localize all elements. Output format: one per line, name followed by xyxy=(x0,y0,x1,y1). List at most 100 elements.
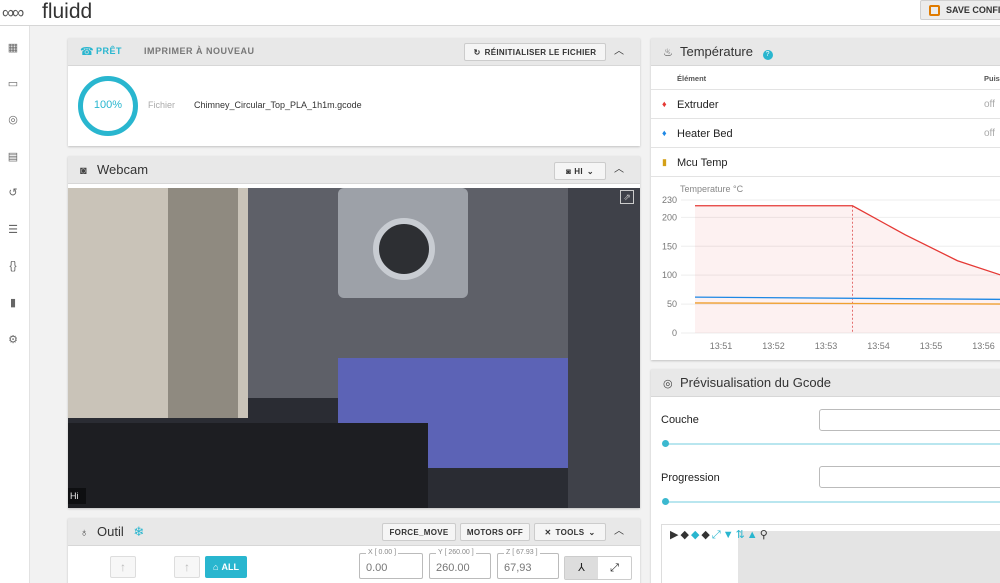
x-tick-label: 13:53 xyxy=(815,341,838,351)
collapse-chevron-icon[interactable]: ︿ xyxy=(612,525,626,539)
tools-menu-button[interactable]: ✕ TOOLS ⌄ xyxy=(534,523,606,541)
home-all-button[interactable]: ⌂ ALL xyxy=(205,556,247,578)
z-position-field[interactable]: Z [ 67.93 ] 67,93 xyxy=(497,549,559,579)
x-tick-label: 13:55 xyxy=(920,341,943,351)
temperature-chart: Temperature °C 0 50 100 150 200 230 13:51 13:52 1… xyxy=(662,184,1000,351)
camera-small-icon: ◙ xyxy=(566,166,572,176)
layer-input[interactable] xyxy=(819,409,1000,431)
viewer-toolbar: ▶◆◆◆⤢▼⇅▲⚲ xyxy=(670,528,770,542)
x-tick-label: 13:54 xyxy=(867,341,890,351)
progress-slider-knob[interactable] xyxy=(662,498,669,505)
heater-name: Heater Bed xyxy=(677,128,733,140)
settings-icon[interactable]: ⚙ xyxy=(6,332,20,346)
z-position-label: Z [ 67.93 ] xyxy=(504,549,540,556)
collapse-chevron-icon[interactable]: ︿ xyxy=(612,163,626,177)
x-tick-label: 13:56 xyxy=(972,341,995,351)
progress-slider-track[interactable] xyxy=(665,501,1000,503)
gcode-preview-title: Prévisualisation du Gcode xyxy=(680,375,832,390)
macros-icon[interactable]: {} xyxy=(6,259,20,273)
gcode-preview-card: ◎ Prévisualisation du Gcode Couche Progre… xyxy=(651,369,1000,583)
jog-z-up-button[interactable]: ↑ xyxy=(174,556,200,578)
x-tick-label: 13:51 xyxy=(710,341,733,351)
jog-y-up-button[interactable]: ↑ xyxy=(110,556,136,578)
zoom-icon[interactable]: ⚲ xyxy=(760,529,770,541)
moves-icon[interactable]: ⤢ xyxy=(712,529,723,541)
layer-slider-track[interactable] xyxy=(665,443,1000,445)
x-position-value: 0.00 xyxy=(366,562,388,574)
home-icon: ⌂ xyxy=(213,562,219,572)
y-tick-label: 150 xyxy=(662,241,677,251)
help-icon[interactable]: ? xyxy=(762,50,773,60)
device-icon[interactable]: ▮ xyxy=(6,295,20,309)
y-position-field[interactable]: Y [ 260.00 ] 260.00 xyxy=(429,549,491,579)
cooling-icon: ❄ xyxy=(133,524,145,539)
layer-up-icon[interactable]: ◆ xyxy=(701,529,711,541)
sensor-name: Mcu Temp xyxy=(677,157,728,169)
x-position-label: X [ 0.00 ] xyxy=(366,549,399,556)
history-icon[interactable]: ↺ xyxy=(6,185,20,199)
tools-label: TOOLS xyxy=(555,527,585,537)
wrench-icon: ✕ xyxy=(544,527,552,537)
temperature-row-extruder[interactable]: ♦ Extruder off xyxy=(651,91,1000,119)
door-frame xyxy=(168,188,238,418)
console-icon[interactable]: ▭ xyxy=(6,76,20,90)
temperature-row-mcu[interactable]: ▮ Mcu Temp xyxy=(651,149,1000,177)
play-icon[interactable]: ▶ xyxy=(670,529,680,541)
tool-icon: ♁ xyxy=(80,527,89,539)
reset-file-button[interactable]: ↻ RÉINITIALISER LE FICHIER xyxy=(464,43,606,61)
file-name: Chimney_Circular_Top_PLA_1h1m.gcode xyxy=(194,100,362,110)
tool-card-header: ♁ Outil ❄ FORCE_MOVE MOTORS OFF ✕ TOOLS ⌄… xyxy=(68,518,640,546)
dashboard-icon[interactable]: ▦ xyxy=(6,40,20,54)
retract-icon[interactable]: ▼ xyxy=(723,529,736,541)
force-move-button[interactable]: FORCE_MOVE xyxy=(382,523,456,541)
save-config-button[interactable]: SAVE CONFIG xyxy=(920,0,1000,20)
tab-reprint[interactable]: IMPRIMER À NOUVEAU xyxy=(144,46,255,56)
webcam-card-header: ◙ Webcam ◙ HI ⌄ ︿ xyxy=(68,156,640,184)
progress-input[interactable] xyxy=(819,466,1000,488)
tab-status[interactable]: PRÊT xyxy=(96,46,122,56)
camera-select-button[interactable]: ◙ HI ⌄ xyxy=(554,162,606,180)
progress-label: Progression xyxy=(661,472,720,484)
fullscreen-icon[interactable]: ⇗ xyxy=(620,190,634,204)
printer-base xyxy=(68,423,428,508)
temperature-card: ♨ Température ? Élément Puissance ♦ Extru… xyxy=(651,38,1000,360)
extrusion-icon[interactable]: ⇅ xyxy=(736,529,747,541)
series-area xyxy=(695,205,1000,333)
expand-icon[interactable]: ⤢ xyxy=(598,557,631,579)
gcode-preview-icon[interactable]: ◎ xyxy=(6,112,20,126)
x-position-field[interactable]: X [ 0.00 ] 0.00 xyxy=(359,549,423,579)
layers-icon[interactable]: ◆ xyxy=(691,529,701,541)
chevron-down-icon: ⌄ xyxy=(586,166,594,176)
webcam-title: Webcam xyxy=(97,162,149,177)
shapes-icon[interactable]: ▲ xyxy=(747,529,760,541)
y-tick-label: 100 xyxy=(662,270,677,280)
axes-icon[interactable]: ⅄ xyxy=(565,557,598,579)
tune-icon[interactable]: ☰ xyxy=(6,222,20,236)
status-card: ☎ PRÊT IMPRIMER À NOUVEAU ↻ RÉINITIALISE… xyxy=(68,38,640,146)
temperature-row-heater-bed[interactable]: ♦ Heater Bed off xyxy=(651,120,1000,148)
fire-icon: ♨ xyxy=(663,47,673,59)
y-position-label: Y [ 260.00 ] xyxy=(436,549,476,556)
move-mode-toggle[interactable]: ⅄ ⤢ xyxy=(564,556,632,580)
tool-title: Outil xyxy=(97,524,124,539)
file-icon[interactable]: ▤ xyxy=(6,149,20,163)
camera-icon: ◙ xyxy=(80,165,87,177)
progress-percent: 100% xyxy=(93,99,123,111)
column-power: Puissance xyxy=(984,74,1000,83)
reset-file-label: RÉINITIALISER LE FICHIER xyxy=(484,47,597,57)
y-tick-label: 230 xyxy=(662,195,677,205)
motors-off-button[interactable]: MOTORS OFF xyxy=(460,523,530,541)
gcode-viewer[interactable]: ▶◆◆◆⤢▼⇅▲⚲ xyxy=(661,524,1000,583)
temperature-card-header: ♨ Température ? xyxy=(651,38,1000,66)
printer-ready-icon: ☎ xyxy=(80,46,94,58)
layer-label: Couche xyxy=(661,414,699,426)
thermometer-icon: ▮ xyxy=(662,157,667,167)
collapse-chevron-icon[interactable]: ︿ xyxy=(612,45,626,59)
layer-slider-knob[interactable] xyxy=(662,440,669,447)
y-axis-label: Temperature °C xyxy=(680,184,744,194)
layer-down-icon[interactable]: ◆ xyxy=(680,529,690,541)
fluidd-logo-icon: ∞∞ xyxy=(2,3,24,22)
temperature-title: Température xyxy=(680,44,753,59)
temperature-table-header: Élément Puissance xyxy=(651,66,1000,90)
heater-power: off xyxy=(984,128,995,139)
